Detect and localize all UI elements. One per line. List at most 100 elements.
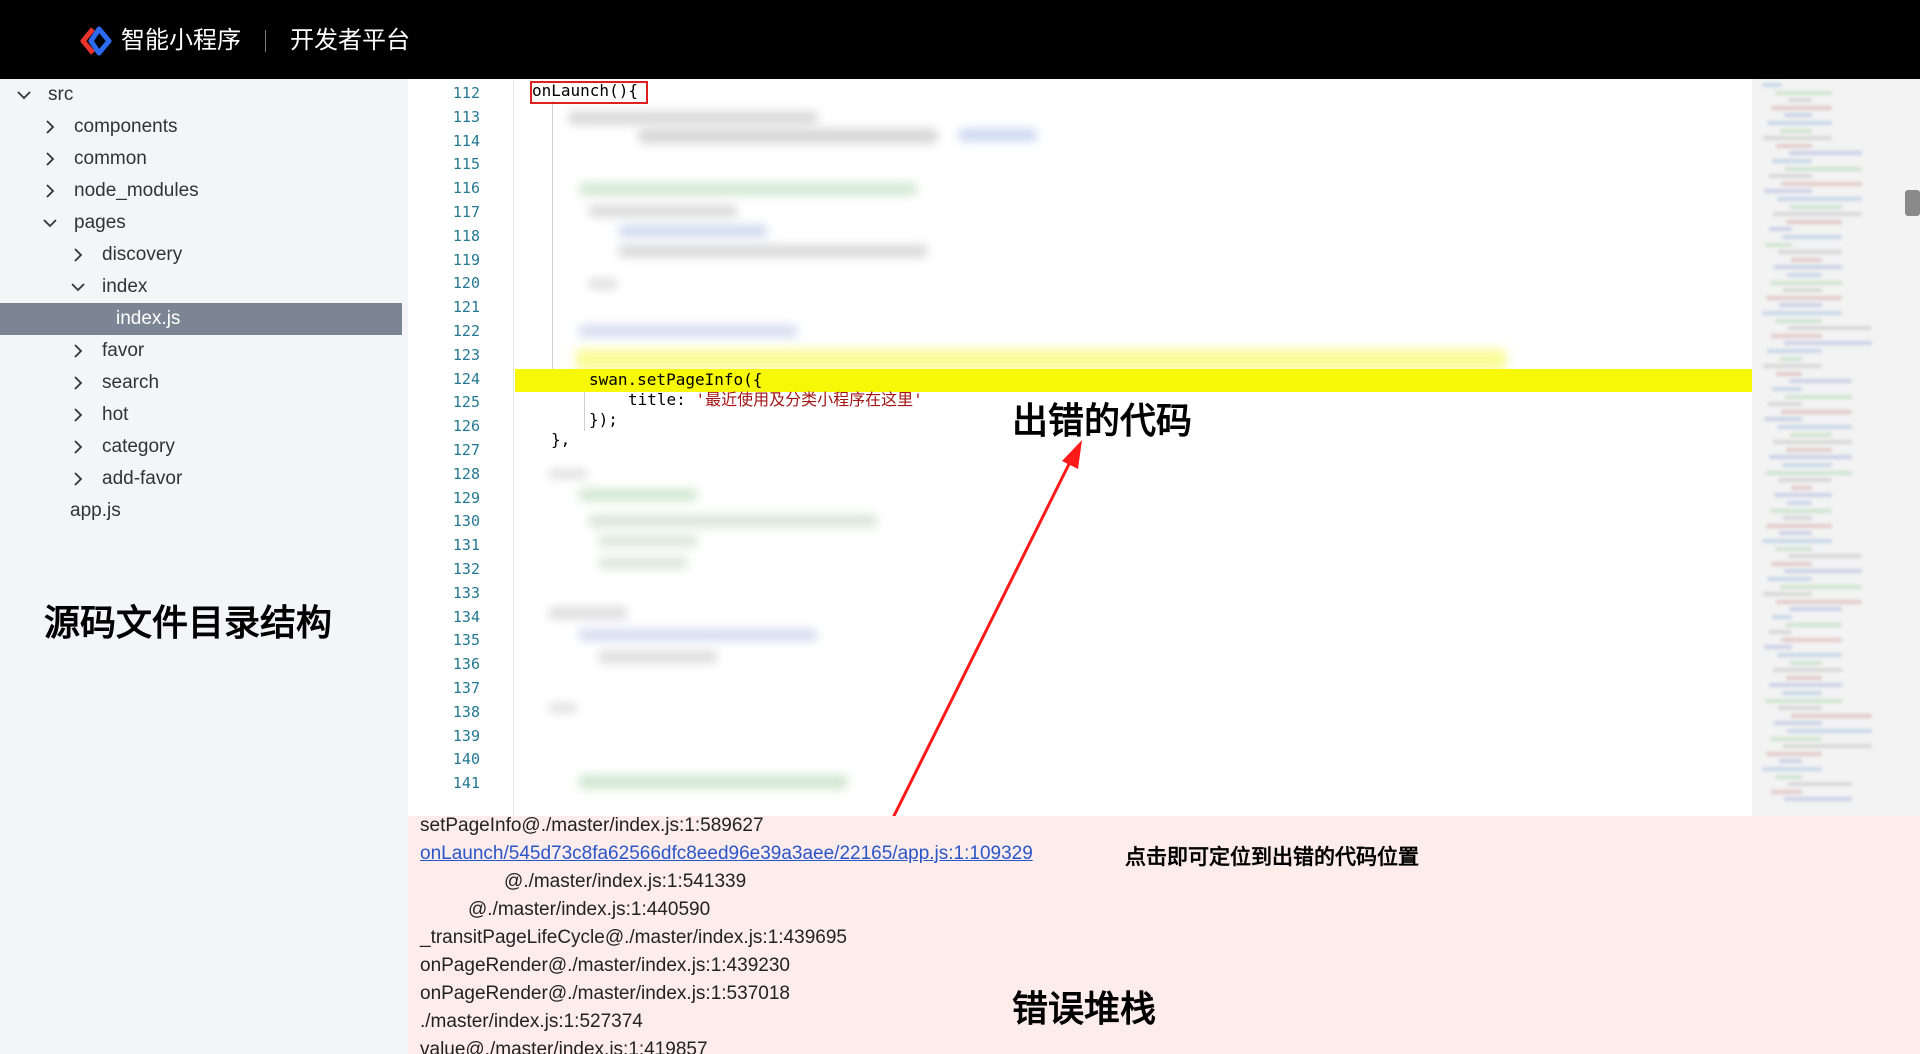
minimap-line bbox=[1786, 675, 1822, 680]
platform-name: 开发者平台 bbox=[290, 27, 410, 54]
blurred-code bbox=[588, 279, 618, 289]
minimap-line bbox=[1774, 493, 1832, 498]
chevron-right-icon[interactable] bbox=[68, 437, 88, 457]
blurred-code bbox=[578, 489, 698, 501]
tree-item-app-js[interactable]: app.js bbox=[0, 495, 402, 527]
minimap-line bbox=[1786, 447, 1832, 452]
minimap-line bbox=[1789, 379, 1852, 384]
line-number: 141 bbox=[452, 774, 480, 793]
line-number: 133 bbox=[452, 583, 480, 602]
line-number: 113 bbox=[452, 107, 480, 126]
tree-item-hot[interactable]: hot bbox=[0, 399, 402, 431]
chevron-right-icon[interactable] bbox=[68, 469, 88, 489]
blurred-code bbox=[598, 557, 688, 569]
tree-item-category[interactable]: category bbox=[0, 431, 402, 463]
blurred-code bbox=[588, 515, 878, 527]
chevron-right-icon[interactable] bbox=[68, 341, 88, 361]
line-number: 137 bbox=[452, 679, 480, 697]
tree-item-common[interactable]: common bbox=[0, 143, 402, 175]
tree-item-label: node_modules bbox=[74, 180, 199, 201]
chevron-right-icon[interactable] bbox=[68, 405, 88, 425]
minimap-line bbox=[1772, 615, 1792, 619]
minimap-line bbox=[1763, 592, 1812, 597]
line-number: 131 bbox=[452, 536, 480, 555]
tree-item-index-js[interactable]: index.js bbox=[0, 303, 402, 335]
tree-item-discovery[interactable]: discovery bbox=[0, 239, 402, 271]
minimap-line bbox=[1787, 729, 1872, 733]
tree-item-label: index bbox=[102, 276, 148, 297]
line-number: 122 bbox=[452, 322, 480, 340]
line-number: 125 bbox=[452, 393, 480, 412]
indent-guide bbox=[584, 391, 585, 431]
line-number-gutter: 112 113 114 115 116 117 118 119 120 121 122 123 124 1… bbox=[408, 79, 516, 816]
minimap-line bbox=[1768, 630, 1792, 635]
stack-line: ./master/index.js:1:527374 bbox=[420, 1011, 643, 1032]
tree-item-label: pages bbox=[74, 212, 126, 233]
line-number: 140 bbox=[452, 750, 480, 769]
onlaunch-highlight-box bbox=[530, 81, 648, 104]
line-number: 127 bbox=[452, 441, 480, 459]
minimap-line bbox=[1784, 341, 1872, 346]
tree-item-src[interactable]: src bbox=[0, 79, 402, 111]
chevron-right-icon[interactable] bbox=[40, 181, 60, 201]
minimap-line bbox=[1768, 174, 1812, 179]
tree-item-pages[interactable]: pages bbox=[0, 207, 402, 239]
blurred-code bbox=[548, 469, 588, 479]
tree-item-label: src bbox=[48, 84, 74, 105]
minimap-line bbox=[1775, 318, 1822, 323]
tree-item-index[interactable]: index bbox=[0, 271, 402, 303]
minimap-line bbox=[1779, 759, 1802, 764]
line-number: 130 bbox=[452, 512, 480, 531]
minimap-line bbox=[1787, 273, 1822, 277]
tree-item-components[interactable]: components bbox=[0, 111, 402, 143]
minimap-line bbox=[1778, 250, 1842, 255]
tree-item-node-modules[interactable]: node_modules bbox=[0, 175, 402, 207]
minimap-line bbox=[1787, 501, 1812, 505]
minimap-scroll-thumb[interactable] bbox=[1905, 190, 1920, 216]
chevron-right-icon[interactable] bbox=[40, 149, 60, 169]
minimap-line bbox=[1774, 265, 1842, 270]
chevron-right-icon[interactable] bbox=[68, 373, 88, 393]
stack-link[interactable]: onLaunch/545d73c8fa62566dfc8eed96e39a3ae… bbox=[420, 842, 1033, 866]
minimap-line bbox=[1771, 105, 1832, 110]
minimap-line bbox=[1770, 736, 1822, 741]
minimap-line bbox=[1766, 751, 1822, 756]
code-line-125: title: '最近使用及分类小程序在这里' bbox=[628, 390, 923, 410]
chevron-right-icon[interactable] bbox=[68, 245, 88, 265]
minimap-line bbox=[1781, 181, 1862, 186]
code-editor[interactable]: 112 113 114 115 116 117 118 119 120 121 122 123 124 1… bbox=[408, 79, 1752, 816]
line-number: 129 bbox=[452, 488, 480, 507]
tree-item-favor[interactable]: favor bbox=[0, 335, 402, 367]
blurred-code bbox=[548, 607, 628, 619]
minimap-line bbox=[1782, 235, 1842, 239]
tree-item-search[interactable]: search bbox=[0, 367, 402, 399]
minimap-line bbox=[1775, 90, 1832, 95]
blurred-code bbox=[618, 225, 768, 237]
code-minimap[interactable] bbox=[1752, 79, 1920, 816]
tree-item-label: search bbox=[102, 372, 160, 393]
minimap-line bbox=[1788, 782, 1852, 787]
minimap-line bbox=[1772, 387, 1802, 391]
error-stack-caption: 错误堆栈 bbox=[1012, 988, 1157, 1029]
minimap-line bbox=[1779, 303, 1822, 308]
minimap-line bbox=[1784, 797, 1852, 802]
chevron-down-icon[interactable] bbox=[14, 85, 34, 105]
blurred-code bbox=[618, 245, 928, 257]
blurred-code bbox=[638, 129, 938, 143]
top-bar: 智能小程序 开发者平台 bbox=[0, 0, 1920, 79]
error-line-glow bbox=[576, 349, 1506, 371]
tree-item-label: discovery bbox=[102, 244, 183, 265]
tree-item-label: category bbox=[102, 436, 175, 457]
minimap-line bbox=[1791, 713, 1872, 718]
stack-line: value@./master/index.js:1:419857 bbox=[420, 1039, 708, 1054]
brand-name: 智能小程序 bbox=[121, 27, 241, 54]
minimap-line bbox=[1776, 599, 1862, 604]
tree-item-add-favor[interactable]: add-favor bbox=[0, 463, 402, 495]
chevron-down-icon[interactable] bbox=[68, 277, 88, 297]
minimap-line bbox=[1782, 463, 1832, 467]
minimap-line bbox=[1765, 242, 1792, 247]
chevron-right-icon[interactable] bbox=[40, 117, 60, 137]
chevron-down-icon[interactable] bbox=[40, 213, 60, 233]
stack-click-note: 点击即可定位到出错的代码位置 bbox=[1125, 846, 1419, 869]
stack-line: _transitPageLifeCycle@./master/index.js:… bbox=[420, 927, 847, 948]
